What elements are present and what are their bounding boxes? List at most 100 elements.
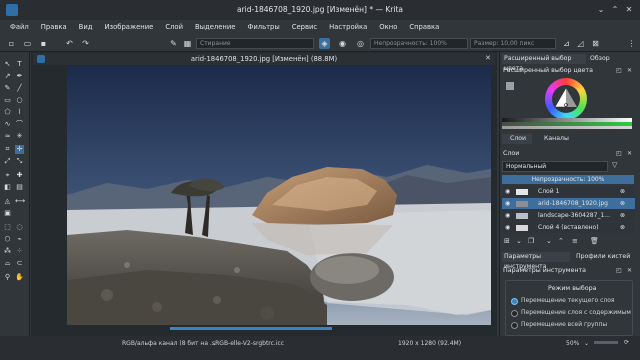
close-layers-docker-icon[interactable]: ✕ [627, 150, 632, 157]
tab-overview[interactable]: Обзор [590, 54, 622, 64]
image-canvas[interactable] [67, 65, 491, 325]
minimize-button[interactable]: ⌄ [596, 5, 606, 15]
elliptical-selection-tool-icon[interactable]: ◌ [15, 223, 24, 232]
gradient-tool-icon[interactable]: ▤ [15, 183, 24, 192]
layer-row[interactable]: ◉ landscape-3604287_1... ⊗ [502, 210, 635, 221]
color-settings-icon[interactable] [506, 82, 514, 90]
tab-advanced-color-selector[interactable]: Расширенный выбор цвета [502, 54, 586, 72]
toolbar-more-icon[interactable]: ⋮ [626, 38, 637, 49]
menu-help[interactable]: Справка [403, 20, 445, 34]
zoom-level[interactable]: 50% [566, 340, 579, 347]
undo-icon[interactable]: ↶ [64, 38, 75, 49]
close-tool-options-icon[interactable]: ✕ [627, 267, 632, 274]
menu-image[interactable]: Изображение [98, 20, 159, 34]
close-document-icon[interactable]: ✕ [485, 54, 491, 62]
pan-tool-icon[interactable]: ✋ [15, 273, 24, 282]
dynamic-brush-tool-icon[interactable]: ≈ [3, 132, 12, 141]
polygonal-selection-tool-icon[interactable]: ⬡ [3, 235, 12, 244]
layer-lock-icon[interactable]: ⊗ [620, 186, 625, 197]
transform-tool-icon[interactable]: ⤢ [3, 157, 12, 166]
add-layer-icon[interactable]: ⊞ [504, 237, 510, 245]
delete-layer-icon[interactable]: 🗑 [590, 237, 599, 245]
reference-images-tool-icon[interactable]: ▣ [3, 209, 12, 218]
float-docker-icon[interactable]: ◰ [616, 67, 622, 74]
visibility-eye-icon[interactable]: ◉ [505, 186, 510, 197]
rectangular-selection-tool-icon[interactable]: ⬚ [3, 223, 12, 232]
layer-opacity-slider[interactable]: Непрозрачность: 100% [502, 175, 634, 184]
menu-edit[interactable]: Правка [35, 20, 73, 34]
menu-tools[interactable]: Сервис [286, 20, 323, 34]
brush-preset-icon[interactable]: ✎ [168, 38, 179, 49]
hue-strip[interactable] [502, 126, 632, 129]
radio-move-current-layer[interactable] [511, 298, 518, 305]
maximize-button[interactable]: ⌃ [610, 5, 620, 15]
tab-channels[interactable]: Каналы [544, 134, 574, 144]
close-button[interactable]: ✕ [624, 5, 634, 15]
close-docker-icon[interactable]: ✕ [627, 67, 632, 74]
radio-move-whole-group[interactable] [511, 322, 518, 329]
duplicate-layer-icon[interactable]: ❐ [528, 237, 534, 245]
open-document-icon[interactable]: ▭ [22, 38, 33, 49]
mirror-vertical-icon[interactable]: ◿ [575, 38, 586, 49]
freehand-path-tool-icon[interactable]: ⌒ [15, 120, 24, 129]
color-triangle[interactable] [552, 85, 580, 113]
horizontal-scrollbar[interactable] [170, 327, 332, 330]
layer-lock-icon[interactable]: ⊗ [620, 210, 625, 221]
size-slider[interactable]: Размер: 10,00 пикс [470, 38, 556, 49]
menu-file[interactable]: Файл [4, 20, 35, 34]
visibility-eye-icon[interactable]: ◉ [505, 210, 510, 221]
select-shapes-tool-icon[interactable]: ↖ [3, 60, 12, 69]
zoom-slider[interactable] [594, 341, 618, 344]
wrap-around-icon[interactable]: ⊠ [590, 38, 601, 49]
zoom-tool-icon[interactable]: ⚲ [3, 273, 12, 282]
line-tool-icon[interactable]: ╱ [15, 84, 24, 93]
layer-row-selected[interactable]: ◉ arid-1846708_1920.jpg ⊗ [502, 198, 635, 209]
fill-tool-icon[interactable]: ◧ [3, 183, 12, 192]
bezier-tool-icon[interactable]: ∿ [3, 120, 12, 129]
polygon-tool-icon[interactable]: ⬠ [3, 108, 12, 117]
layer-lock-icon[interactable]: ⊗ [620, 198, 625, 209]
menu-view[interactable]: Вид [73, 20, 99, 34]
redo-icon[interactable]: ↷ [80, 38, 91, 49]
opacity-slider[interactable]: Непрозрачность: 100% [370, 38, 468, 49]
ellipse-tool-icon[interactable]: ○ [15, 96, 24, 105]
bezier-selection-tool-icon[interactable]: ⌓ [3, 259, 12, 268]
visibility-eye-icon[interactable]: ◉ [505, 222, 510, 233]
float-layers-docker-icon[interactable]: ◰ [616, 150, 622, 157]
menu-filters[interactable]: Фильтры [241, 20, 285, 34]
layer-properties-icon[interactable]: ≡ [572, 237, 578, 245]
move-layer-down-icon[interactable]: ⌄ [546, 237, 552, 245]
multibrush-tool-icon[interactable]: ✳ [15, 132, 24, 141]
freehand-selection-tool-icon[interactable]: ⌁ [15, 235, 24, 244]
radio-move-layer-with-content[interactable] [511, 310, 518, 317]
move-tool-icon[interactable]: ✛ [15, 145, 24, 154]
brush-tool-icon[interactable]: ✎ [3, 84, 12, 93]
rectangle-tool-icon[interactable]: ▭ [3, 96, 12, 105]
filter-layers-icon[interactable]: ▽ [612, 161, 617, 169]
save-document-icon[interactable]: ▪ [38, 38, 49, 49]
layer-blend-mode-select[interactable]: Нормальный [502, 161, 608, 172]
preserve-alpha-icon[interactable]: ◉ [337, 38, 348, 49]
similar-color-selection-tool-icon[interactable]: ⁘ [15, 247, 24, 256]
contiguous-selection-tool-icon[interactable]: ⁂ [3, 247, 12, 256]
edit-shapes-tool-icon[interactable]: ↗ [3, 72, 12, 81]
visibility-eye-icon[interactable]: ◉ [505, 198, 510, 209]
add-layer-dropdown-icon[interactable]: ⌄ [516, 237, 522, 245]
assistant-tool-icon[interactable]: ◬ [3, 197, 12, 206]
measure-tool-icon[interactable]: ⟷ [15, 197, 25, 206]
zoom-dropdown-icon[interactable]: ⌄ [584, 340, 589, 347]
rotate-view-icon[interactable]: ⟳ [624, 339, 629, 346]
document-tab[interactable]: arid-1846708_1920.jpg [Изменён] (88.8M) … [33, 53, 495, 65]
reload-preset-icon[interactable]: ◎ [355, 38, 366, 49]
new-document-icon[interactable]: ▫ [6, 38, 17, 49]
layer-lock-icon[interactable]: ⊗ [620, 222, 625, 233]
polyline-tool-icon[interactable]: ⌇ [15, 108, 24, 117]
tab-layers[interactable]: Слои [502, 134, 532, 144]
layer-row[interactable]: ◉ Слой 4 (вставлено) ⊗ [502, 222, 635, 233]
blend-mode-select[interactable]: Стирание [196, 38, 314, 49]
menu-settings[interactable]: Настройка [323, 20, 373, 34]
eyedropper-tool-icon[interactable]: ⌖ [3, 171, 12, 180]
layer-row[interactable]: ◉ Слой 1 ⊗ [502, 186, 635, 197]
brush-presets-dropdown-icon[interactable]: ▦ [182, 38, 193, 49]
tab-brush-presets[interactable]: Профили кистей [576, 252, 636, 262]
